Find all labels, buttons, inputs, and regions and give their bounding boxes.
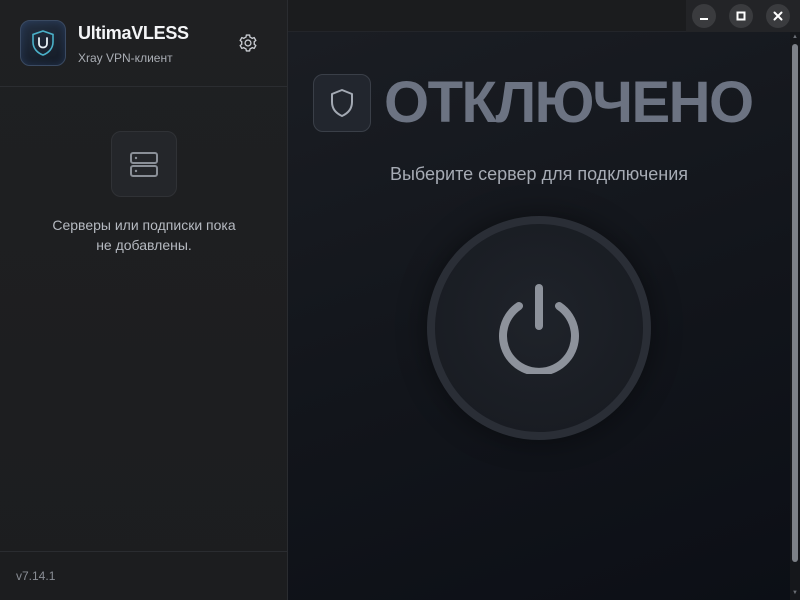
server-icon	[130, 152, 158, 177]
minimize-icon	[700, 18, 708, 20]
empty-server-icon-box	[111, 131, 177, 197]
scroll-down-arrow-icon[interactable]: ▼	[792, 590, 798, 596]
window-controls	[686, 0, 800, 32]
logo-shield-icon	[32, 30, 54, 56]
scrollbar-thumb[interactable]	[792, 44, 798, 562]
connection-status: ОТКЛЮЧЕНО	[313, 70, 754, 135]
status-shield-box	[313, 74, 371, 132]
minimize-button[interactable]	[692, 4, 716, 28]
app-name: UltimaVLESS	[78, 23, 189, 43]
title-bar[interactable]	[288, 0, 800, 32]
shield-icon	[331, 89, 353, 117]
close-icon	[773, 11, 783, 21]
empty-servers-message: Серверы или подписки пока не добавлены.	[52, 217, 236, 253]
main-panel: ОТКЛЮЧЕНО Выберите сервер для подключени…	[288, 0, 800, 600]
sidebar: UltimaVLESS Xray VPN-клиент Серверы или …	[0, 0, 288, 600]
maximize-icon	[736, 11, 746, 21]
scroll-up-arrow-icon[interactable]: ▲	[792, 34, 798, 40]
server-list-empty-state: Серверы или подписки пока не добавлены.	[0, 87, 288, 255]
app-subtitle: Xray VPN-клиент	[78, 51, 173, 65]
sidebar-header: UltimaVLESS Xray VPN-клиент	[0, 0, 287, 87]
app-logo	[20, 20, 66, 66]
sidebar-footer: v7.14.1	[0, 551, 288, 600]
gear-icon	[239, 34, 257, 52]
settings-button[interactable]	[236, 31, 260, 55]
connection-hint: Выберите сервер для подключения	[389, 164, 689, 184]
app-version: v7.14.1	[16, 569, 56, 583]
connect-power-button[interactable]	[427, 216, 651, 440]
close-button[interactable]	[766, 4, 790, 28]
connection-status-label: ОТКЛЮЧЕНО	[384, 70, 754, 135]
maximize-button[interactable]	[729, 4, 753, 28]
power-icon	[499, 284, 579, 374]
